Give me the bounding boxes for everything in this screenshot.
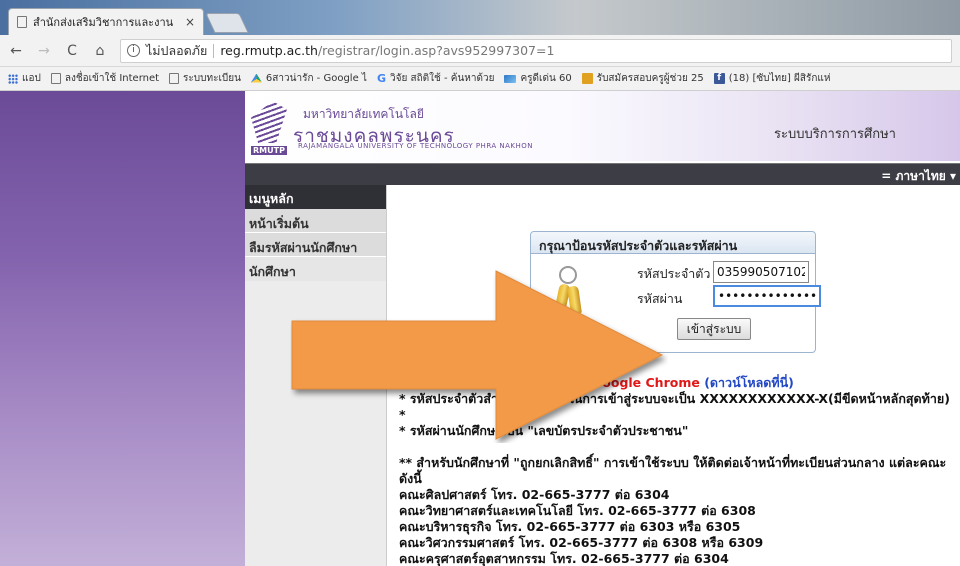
bookmark-label: รับสมัครสอบครูผู้ช่วย 25 xyxy=(596,73,704,84)
address-bar[interactable]: i ไม่ปลอดภัย reg.rmutp.ac.th/registrar/l… xyxy=(120,38,952,63)
bookmark-item[interactable]: f (18) [ซับไทย] ผีสิรักแห่ xyxy=(713,71,831,86)
language-selector[interactable]: = ภาษาไทย ▾ xyxy=(881,167,956,186)
bookmark-label: (18) [ซับไทย] ผีสิรักแห่ xyxy=(728,73,831,84)
download-link[interactable]: (ดาวน์โหลดที่นี่) xyxy=(704,375,794,390)
contact-line: คณะศิลปศาสตร์ โทร. 02-665-3777 ต่อ 6304 xyxy=(399,487,670,502)
page-icon xyxy=(17,16,27,28)
bookmark-label: 6สาวน่ารัก - Google ไ xyxy=(265,73,367,84)
contact-line: คณะบริหารธุรกิจ โทร. 02-665-3777 ต่อ 630… xyxy=(399,519,741,534)
security-label[interactable]: ไม่ปลอดภัย xyxy=(146,41,207,61)
browser-tab[interactable]: สำนักส่งเสริมวิชาการและงาน × xyxy=(8,8,204,35)
page-background: RMUTP มหาวิทยาลัยเทคโนโลยี ราชมงคลพระนคร… xyxy=(0,91,960,566)
menu-item-forgot-password[interactable]: ลืมรหัสผ่านนักศึกษา xyxy=(245,233,386,257)
url-path: /registrar/login.asp?avs952997307=1 xyxy=(317,43,555,58)
revoked-note: ** สำหรับนักศึกษาที่ "ถูกยกเลิกสิทธิ์" ก… xyxy=(399,455,947,486)
page-icon xyxy=(169,73,180,84)
back-button[interactable]: ← xyxy=(8,43,24,59)
bookmark-item[interactable]: G วิจัย สถิติใช้ - ค้นหาด้วย xyxy=(377,71,495,86)
contact-line: คณะวิศวกรรมศาสตร์ โทร. 02-665-3777 ต่อ 6… xyxy=(399,535,764,550)
divider xyxy=(213,43,215,58)
tab-title: สำนักส่งเสริมวิชาการและงาน xyxy=(33,16,174,29)
bookmark-label: แอป xyxy=(22,73,41,84)
logo-text: RMUTP xyxy=(251,146,287,155)
menu-header: เมนูหลัก xyxy=(245,185,386,209)
bookmark-label: ลงชื่อเข้าใช้ Internet xyxy=(64,73,160,84)
bookmarks-bar: แอป ลงชื่อเข้าใช้ Internet ระบบทะเบียน 6… xyxy=(0,67,960,91)
drive-icon xyxy=(250,73,262,83)
logo-emblem xyxy=(251,101,287,143)
university-name-english: RAJAMANGALA UNIVERSITY OF TECHNOLOGY PHR… xyxy=(298,142,534,150)
university-logo[interactable]: RMUTP xyxy=(249,101,289,155)
forward-button[interactable]: → xyxy=(36,43,52,59)
system-name: ระบบบริการการศึกษา xyxy=(773,127,896,142)
reload-button[interactable]: C xyxy=(64,43,80,59)
info-icon[interactable]: i xyxy=(127,44,140,57)
home-button[interactable]: ⌂ xyxy=(92,43,108,59)
new-tab-button[interactable] xyxy=(205,13,249,33)
page-icon xyxy=(50,73,61,84)
apps-icon xyxy=(8,73,18,84)
login-title: กรุณาป้อนรหัสประจำตัวและรหัสผ่าน xyxy=(531,232,815,254)
contact-line: คณะวิทยาศาสตร์และเทคโนโลยี โทร. 02-665-3… xyxy=(399,503,756,518)
bookmark-item[interactable]: รับสมัครสอบครูผู้ช่วย 25 xyxy=(581,71,704,86)
google-icon: G xyxy=(376,72,386,85)
language-bar: = ภาษาไทย ▾ xyxy=(245,163,960,185)
bookmark-item[interactable]: ครูดีเด่น 60 xyxy=(504,71,572,86)
tab-close-icon[interactable]: × xyxy=(185,15,195,29)
bookmark-apps[interactable]: แอป xyxy=(8,71,41,86)
contact-line: คณะครุศาสตร์อุตสาหกรรม โทร. 02-665-3777 … xyxy=(399,551,729,566)
image-icon xyxy=(581,73,593,84)
bookmark-item[interactable]: ลงชื่อเข้าใช้ Internet xyxy=(50,71,160,86)
url-host: reg.rmutp.ac.th xyxy=(220,43,318,58)
login-button[interactable]: เข้าสู่ระบบ xyxy=(677,318,751,340)
bookmark-item[interactable]: 6สาวน่ารัก - Google ไ xyxy=(250,71,367,86)
browser-tab-strip: สำนักส่งเสริมวิชาการและงาน × xyxy=(0,0,960,35)
orange-arrow-annotation xyxy=(291,270,664,440)
password-input[interactable] xyxy=(713,285,821,307)
bookmark-label: ครูดีเด่น 60 xyxy=(520,73,572,84)
bookmark-label: ระบบทะเบียน xyxy=(183,73,241,84)
folder-icon xyxy=(504,74,517,83)
site-banner: RMUTP มหาวิทยาลัยเทคโนโลยี ราชมงคลพระนคร… xyxy=(245,91,960,161)
student-id-input[interactable] xyxy=(713,261,809,283)
bookmark-label: วิจัย สถิติใช้ - ค้นหาด้วย xyxy=(389,73,495,84)
navigation-bar: ← → C ⌂ i ไม่ปลอดภัย reg.rmutp.ac.th/reg… xyxy=(0,35,960,67)
bookmark-item[interactable]: ระบบทะเบียน xyxy=(169,71,241,86)
facebook-icon: f xyxy=(713,73,725,84)
menu-item-home[interactable]: หน้าเริ่มต้น xyxy=(245,209,386,233)
